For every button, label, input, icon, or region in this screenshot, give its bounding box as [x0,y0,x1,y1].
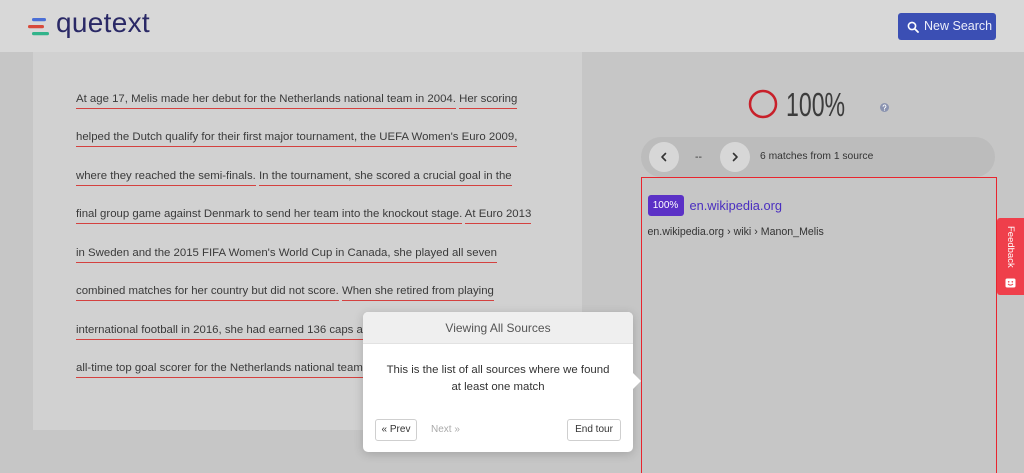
matched-sentence[interactable]: combined matches for her country but did… [76,285,339,302]
feedback-face-icon [1005,275,1016,288]
document-line-6: combined matches for her country but did… [76,272,576,310]
score-percent: 100% [786,86,846,123]
match-summary: 6 matches from 1 source [760,151,874,162]
source-title-link[interactable]: en.wikipedia.org [690,195,782,216]
search-icon [907,21,919,33]
quetext-logo-icon [27,17,51,37]
matched-sentence[interactable]: When she retired from playing [341,285,494,302]
matched-sentence[interactable]: At age 17, Melis made her debut for the … [76,93,456,109]
tour-title: Viewing All Sources [363,312,633,344]
document-line-1: At age 17, Melis made her debut for the … [76,80,576,118]
chevron-right-icon [732,152,738,162]
breadcrumb-domain: en.wikipedia.org [647,225,725,238]
sources-panel: 100% en.wikipedia.org en.wikipedia.org › w… [641,177,997,473]
matched-sentence[interactable]: In the tournament, she scored a crucial … [258,169,512,186]
logo-text: quetext [56,7,150,38]
tour-end-button[interactable]: End tour [567,419,621,441]
score-ring-arc [748,89,778,119]
matched-sentence[interactable]: At Euro 2013 [464,208,532,225]
tour-body: This is the list of all sources where we… [386,364,610,393]
matched-sentence[interactable]: all-time top goal scorer for the Netherl… [76,362,363,379]
score-ring [748,89,778,119]
source-match-badge: 100% [647,194,684,216]
new-search-button[interactable]: New Search [898,13,996,40]
matched-sentence[interactable]: final group game against Denmark to send… [76,208,463,225]
question-icon[interactable] [880,99,889,112]
new-search-label: New Search [924,19,993,33]
breadcrumb-separator: › [754,225,758,238]
source-url-breadcrumb: en.wikipedia.org › wiki › Manon_Melis [648,224,824,240]
matched-sentence[interactable]: in Sweden and the 2015 FIFA Women's Worl… [76,246,497,263]
matched-sentence[interactable]: international football in 2016, she had … [76,323,363,340]
matched-sentence[interactable]: Her scoring [459,93,518,109]
chevron-left-icon [661,152,667,162]
breadcrumb-separator: › [727,225,731,238]
feedback-tab[interactable]: Feedback [997,218,1024,295]
match-navigation: -- 6 matches from 1 source [641,137,995,177]
document-line-2: helped the Dutch qualify for their first… [76,118,576,156]
tour-popover: Viewing All Sources This is the list of … [363,312,641,452]
tour-prev-button[interactable]: « Prev [375,419,417,441]
matched-sentence[interactable]: where they reached the semi-finals. [76,169,256,186]
tour-next-button[interactable]: Next » [427,419,464,441]
document-line-3: where they reached the semi-finals. In t… [76,157,576,195]
matched-sentence[interactable]: helped the Dutch qualify for their first… [76,131,518,148]
breadcrumb-page: Manon_Melis [760,225,824,238]
tour-popover-arrow [633,373,641,389]
breadcrumb-segment: wiki [733,225,752,238]
document-line-4: final group game against Denmark to send… [76,195,576,233]
previous-match-button[interactable] [649,142,679,172]
logo[interactable]: quetext [27,0,157,52]
feedback-label: Feedback [1005,226,1016,268]
next-match-button[interactable] [720,142,750,172]
top-bar: quetext New Search [0,0,1024,52]
match-position: -- [695,151,702,163]
document-line-5: in Sweden and the 2015 FIFA Women's Worl… [76,234,576,272]
